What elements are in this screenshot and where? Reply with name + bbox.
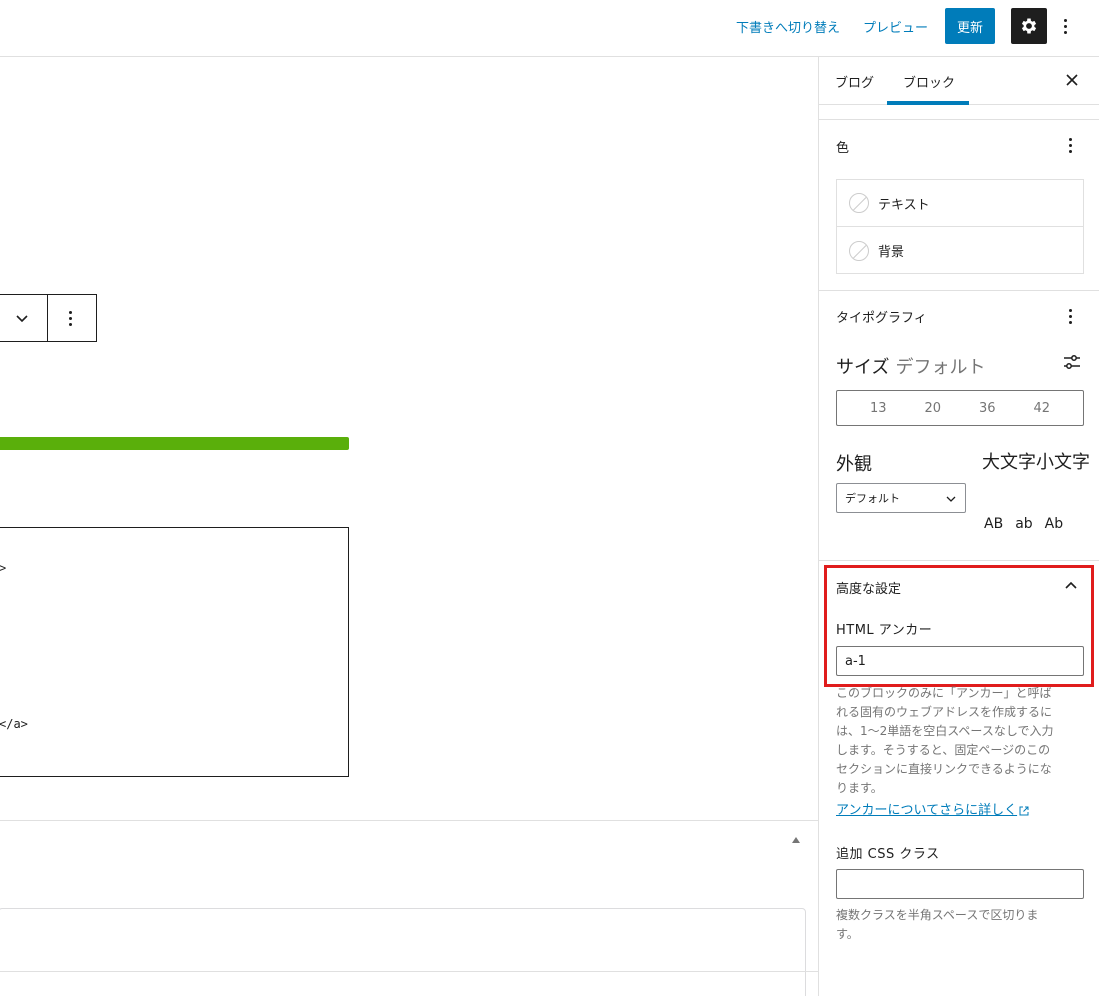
more-vertical-icon <box>68 310 72 314</box>
editor-canvas: > </a> <box>0 57 818 996</box>
top-toolbar: 下書きへ切り替え プレビュー 更新 <box>0 0 1099 57</box>
anchor-help-line: ります。 <box>836 781 883 795</box>
options-menu-button[interactable] <box>1056 14 1074 38</box>
font-size-label: サイズ デフォルト <box>836 353 985 379</box>
collapse-arrow-icon[interactable] <box>792 837 800 843</box>
css-help-line: 複数クラスを半角スペースで区切りま <box>836 908 1039 922</box>
color-panel-title: 色 <box>836 141 850 156</box>
toolbar-divider <box>47 295 48 341</box>
sidebar-tabs: ブログ ブロック <box>819 57 1099 105</box>
chevron-down-icon <box>946 496 956 502</box>
panel-divider <box>819 119 1099 120</box>
chevron-up-icon[interactable] <box>1064 578 1078 592</box>
font-size-picker: 13 20 36 42 <box>836 390 1084 426</box>
update-button[interactable]: 更新 <box>945 8 995 44</box>
code-line: > <box>0 561 7 575</box>
block-toolbar <box>0 294 97 342</box>
preview-button[interactable]: プレビュー <box>863 17 928 36</box>
appearance-select-value: デフォルト <box>845 492 900 505</box>
active-tab-indicator <box>887 101 969 105</box>
code-block[interactable]: > </a> <box>0 527 349 777</box>
tab-post[interactable]: ブログ <box>835 72 874 91</box>
html-anchor-input[interactable]: a-1 <box>836 646 1084 676</box>
advanced-panel-toggle[interactable]: 高度な設定 <box>836 578 901 597</box>
color-panel-options-button[interactable] <box>1067 135 1073 155</box>
appearance-select[interactable]: デフォルト <box>836 483 966 513</box>
tab-block[interactable]: ブロック <box>903 72 955 91</box>
settings-button[interactable] <box>1011 8 1047 44</box>
anchor-learn-more-text: アンカーについてさらに詳しく <box>836 803 1018 818</box>
meta-box-divider <box>0 820 818 821</box>
typography-panel-options-button[interactable] <box>1067 306 1073 326</box>
font-size-option[interactable]: 42 <box>1033 401 1050 416</box>
switch-to-draft-button[interactable]: 下書きへ切り替え <box>736 17 840 36</box>
footer-divider <box>0 971 818 972</box>
gear-icon <box>1021 18 1037 34</box>
anchor-help-line: は、1〜2単語を空白スペースなしで入力 <box>836 724 1054 738</box>
letter-case-lowercase[interactable]: ab <box>1015 516 1032 532</box>
css-help-line: す。 <box>836 927 859 941</box>
anchor-help-line: します。そうすると、固定ページのこの <box>836 743 1051 757</box>
more-vertical-icon <box>1068 137 1072 141</box>
html-anchor-label: HTML アンカー <box>836 623 933 638</box>
color-swatch <box>849 240 869 261</box>
font-size-option[interactable]: 20 <box>924 401 941 416</box>
appearance-label: 外観 <box>836 454 872 475</box>
letter-case-label: 大文字小文字 <box>982 452 1090 473</box>
font-size-value: デフォルト <box>895 357 986 378</box>
letter-case-capitalize[interactable]: Ab <box>1045 516 1063 532</box>
color-item-label: テキスト <box>878 197 930 213</box>
external-link-icon <box>1019 806 1029 815</box>
color-item-label: 背景 <box>878 245 905 260</box>
letter-case-uppercase[interactable]: AB <box>984 516 1003 532</box>
block-options-button[interactable] <box>63 307 77 329</box>
anchor-help-line: れる固有のウェブアドレスを作成するに <box>836 705 1053 719</box>
anchor-help-line: セクションに直接リンクできるようにな <box>836 762 1052 776</box>
anchor-learn-more-link[interactable]: アンカーについてさらに詳しく <box>836 799 1029 818</box>
meta-box <box>0 908 806 996</box>
code-line: </a> <box>0 717 28 731</box>
progress-bar <box>0 437 349 450</box>
panel-divider <box>819 560 1099 561</box>
panel-divider <box>819 290 1099 291</box>
color-swatch <box>849 193 869 213</box>
settings-sidebar: ブログ ブロック 色 テキスト 背景 タイポグラフィ サイズ デフォルト 13 … <box>818 57 1099 996</box>
typography-panel-title: タイポグラフィ <box>836 311 927 326</box>
font-size-label-text: サイズ <box>836 357 890 378</box>
font-size-option[interactable]: 36 <box>979 401 996 416</box>
css-class-label: 追加 CSS クラス <box>836 847 940 862</box>
css-class-input[interactable] <box>836 869 1084 899</box>
color-item-text[interactable]: テキスト <box>837 180 1083 227</box>
more-vertical-icon <box>1063 18 1067 22</box>
font-size-option[interactable]: 13 <box>870 401 887 416</box>
anchor-help-line: このブロックのみに「アンカー」と呼ば <box>836 686 1052 700</box>
color-options: テキスト 背景 <box>836 179 1084 274</box>
color-item-background[interactable]: 背景 <box>837 227 1083 274</box>
chevron-down-icon[interactable] <box>13 309 31 327</box>
more-vertical-icon <box>1068 308 1072 312</box>
letter-case-options: AB ab Ab <box>984 516 1063 532</box>
close-icon[interactable] <box>1063 71 1081 89</box>
sliders-icon[interactable] <box>1063 353 1081 371</box>
